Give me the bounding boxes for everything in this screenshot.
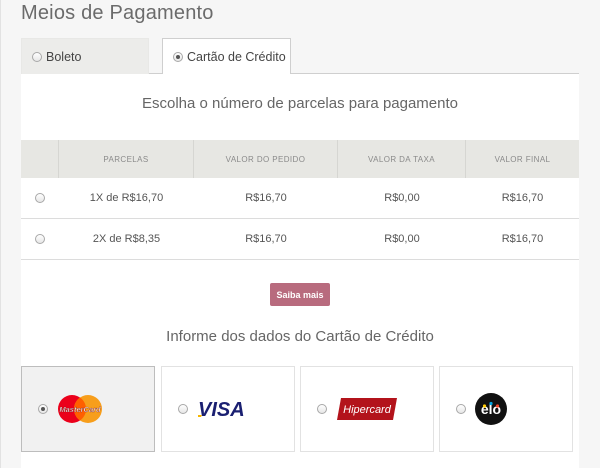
visa-radio[interactable]	[178, 404, 188, 414]
tab-cartao-de-credito[interactable]: Cartão de Crédito	[162, 38, 291, 75]
hipercard-radio[interactable]	[317, 404, 327, 414]
parcelas-cell: 1X de R$16,70	[89, 192, 164, 204]
elo-radio[interactable]	[456, 404, 466, 414]
cartao-radio[interactable]	[173, 51, 183, 62]
table-header: PARCELAS VALOR DO PEDIDO VALOR DA TAXA V…	[21, 140, 579, 178]
svg-text:VISA: VISA	[198, 399, 245, 420]
card-option-elo[interactable]: elo	[439, 366, 573, 452]
table-row[interactable]: 1X de R$16,70 R$16,70 R$0,00 R$16,70	[21, 178, 579, 219]
card-data-heading: Informe dos dados do Cartão de Crédito	[166, 328, 434, 345]
card-option-hipercard[interactable]: Hipercard	[300, 366, 434, 452]
installment-radio[interactable]	[35, 234, 45, 244]
card-option-visa[interactable]: VISA	[161, 366, 295, 452]
header-valor-final: VALOR FINAL	[494, 154, 551, 164]
header-valor-pedido: VALOR DO PEDIDO	[194, 140, 338, 178]
header-select-column	[21, 140, 59, 178]
payment-tabs: Boleto Cartão de Crédito	[21, 38, 579, 75]
hipercard-logo-icon: Hipercard	[337, 398, 397, 420]
header-parcelas: PARCELAS	[59, 140, 194, 178]
valor-final-cell: R$16,70	[501, 233, 544, 245]
visa-logo-icon: VISA	[198, 399, 245, 420]
page-title: Meios de Pagamento	[21, 2, 214, 24]
table-row[interactable]: 2X de R$8,35 R$16,70 R$0,00 R$16,70	[21, 219, 579, 260]
svg-text:MasterCard: MasterCard	[59, 405, 101, 414]
card-option-mastercard[interactable]: MasterCard	[21, 366, 155, 452]
valor-taxa-cell: R$0,00	[384, 192, 420, 204]
row-select-cell	[21, 178, 59, 218]
header-valor-taxa: VALOR DA TAXA	[338, 140, 466, 178]
valor-pedido-cell: R$16,70	[245, 192, 287, 204]
tab-boleto-label: Boleto	[46, 49, 82, 64]
parcelas-cell: 2X de R$8,35	[92, 233, 161, 245]
installment-radio[interactable]	[35, 193, 45, 203]
tab-cartao-label: Cartão de Crédito	[187, 49, 286, 64]
tab-boleto[interactable]: Boleto	[21, 38, 149, 74]
installments-table: PARCELAS VALOR DO PEDIDO VALOR DA TAXA V…	[21, 140, 579, 260]
elo-logo-icon: elo	[475, 393, 507, 425]
valor-pedido-cell: R$16,70	[245, 233, 287, 245]
card-brand-options: MasterCard VISA Hipercard elo	[21, 366, 579, 452]
row-select-cell	[21, 219, 59, 259]
installments-heading: Escolha o número de parcelas para pagame…	[141, 95, 459, 112]
saiba-mais-button[interactable]: Saiba mais	[270, 283, 330, 306]
mastercard-logo-icon: MasterCard	[58, 395, 102, 423]
svg-text:Hipercard: Hipercard	[343, 404, 392, 416]
boleto-radio[interactable]	[32, 51, 42, 62]
valor-final-cell: R$16,70	[501, 192, 544, 204]
valor-taxa-cell: R$0,00	[384, 233, 420, 245]
payment-panel: Meios de Pagamento Boleto Cartão de Créd…	[0, 0, 600, 468]
tab-content: Escolha o número de parcelas para pagame…	[21, 74, 579, 468]
mastercard-radio[interactable]	[38, 404, 48, 414]
